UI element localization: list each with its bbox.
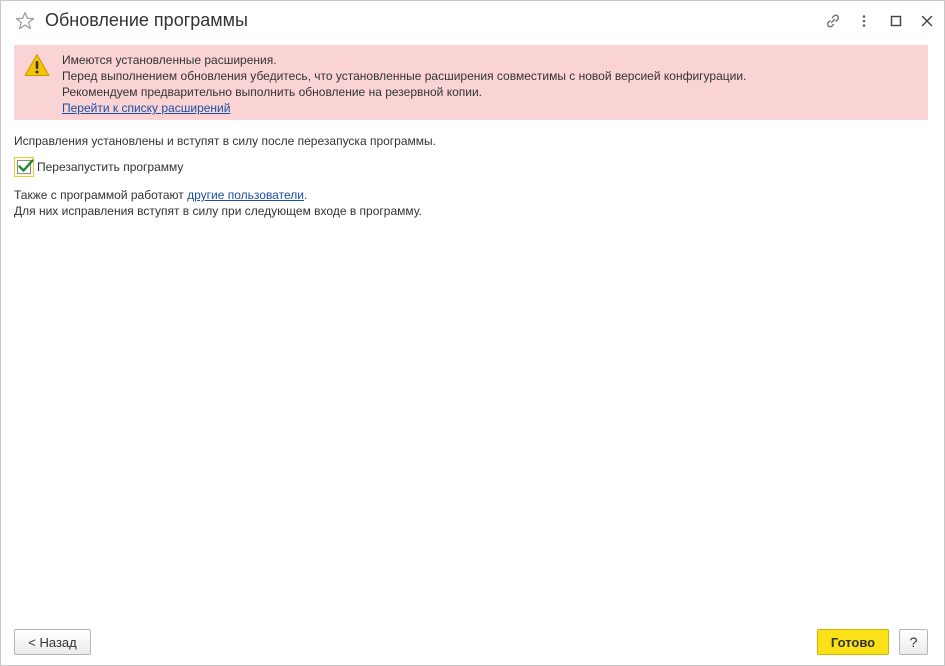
- help-button[interactable]: ?: [899, 629, 928, 655]
- extensions-list-link[interactable]: Перейти к списку расширений: [62, 101, 230, 115]
- other-users-link[interactable]: другие пользователи: [187, 188, 304, 202]
- warning-icon: [24, 53, 50, 77]
- checkmark-icon: [17, 158, 35, 177]
- done-button[interactable]: Готово: [817, 629, 889, 655]
- maximize-icon[interactable]: [887, 12, 905, 30]
- star-icon[interactable]: [15, 11, 35, 31]
- title-bar: Обновление программы: [1, 1, 944, 41]
- warning-line-compatibility: Перед выполнением обновления убедитесь, …: [62, 69, 747, 83]
- link-icon[interactable]: [824, 12, 842, 30]
- restart-checkbox-label[interactable]: Перезапустить программу: [37, 160, 183, 174]
- more-vertical-icon[interactable]: [855, 12, 873, 30]
- window-title: Обновление программы: [45, 10, 248, 30]
- back-button[interactable]: < Назад: [14, 629, 91, 655]
- restart-checkbox[interactable]: [14, 157, 34, 177]
- close-icon[interactable]: [918, 12, 936, 30]
- warning-line-extensions: Имеются установленные расширения.: [62, 53, 277, 67]
- info-text: Исправления установлены и вступят в силу…: [14, 134, 436, 148]
- warning-line-backup: Рекомендуем предварительно выполнить обн…: [62, 85, 483, 99]
- users-suffix: .: [303, 188, 308, 202]
- users-prefix: Также с программой работают: [14, 188, 188, 202]
- other-users-note: Также с программой работают другие польз…: [14, 187, 422, 219]
- dialog-window: Обновление программы Имеются установленн…: [0, 0, 945, 666]
- extensions-warning: Имеются установленные расширения. Перед …: [14, 45, 928, 120]
- users-note-line2: Для них исправления вступят в силу при с…: [14, 204, 422, 218]
- warning-text: Имеются установленные расширения. Перед …: [62, 52, 746, 116]
